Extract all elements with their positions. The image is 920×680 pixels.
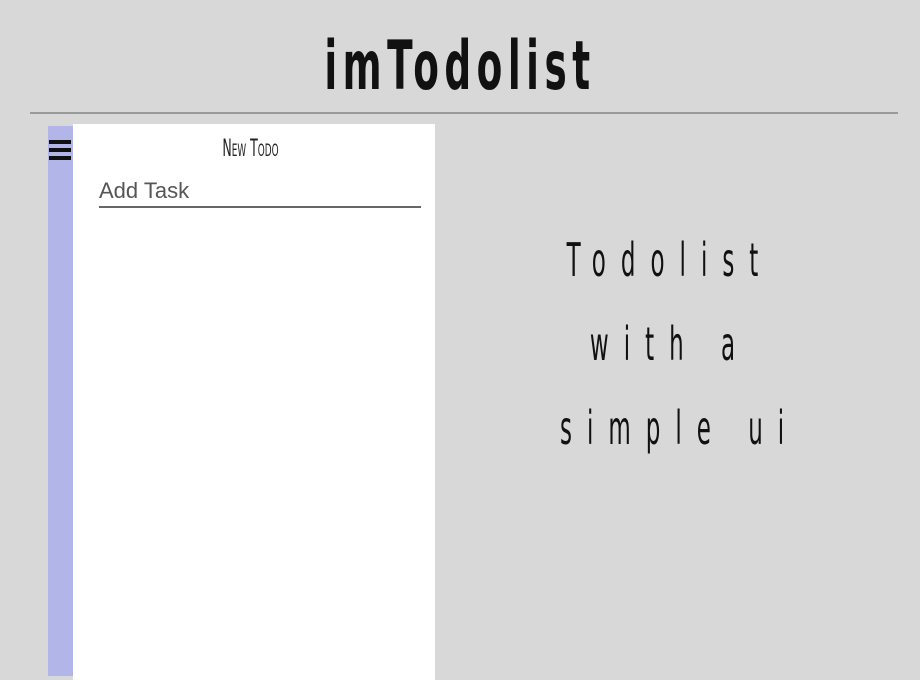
panel-heading: New Todo: [222, 134, 279, 162]
app-title: imTodolist: [324, 27, 596, 106]
tagline-line-2: with a: [589, 317, 751, 371]
tagline-line-1: Todolist: [566, 233, 774, 287]
add-task-input[interactable]: [99, 176, 421, 208]
title-divider: [30, 112, 898, 114]
tagline: Todolist with a simple ui: [450, 218, 890, 470]
sidebar-strip: [48, 126, 73, 676]
hamburger-menu-icon[interactable]: [49, 139, 71, 161]
tagline-line-3: simple ui: [560, 401, 800, 455]
